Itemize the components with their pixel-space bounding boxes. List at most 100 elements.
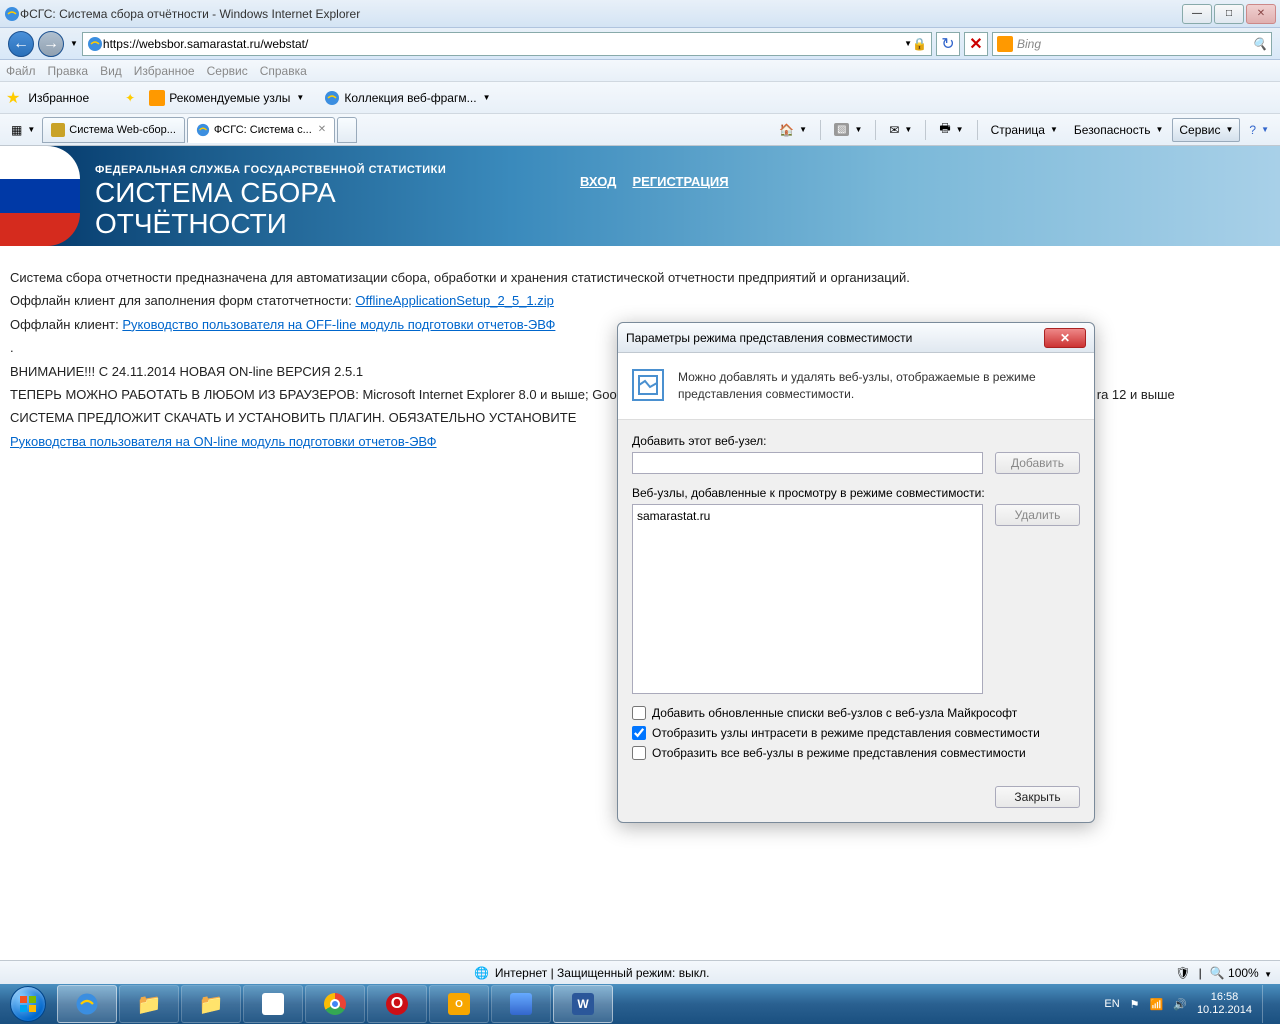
maximize-button[interactable]: □ <box>1214 4 1244 24</box>
dialog-close-action-button[interactable]: Закрыть <box>995 786 1080 808</box>
tab-websbor[interactable]: Система Web-сбор... <box>42 117 185 143</box>
bing-icon <box>997 36 1013 52</box>
fav-link-webslices[interactable]: Коллекция веб-фрагм... ▼ <box>318 88 496 108</box>
flag-icon[interactable]: ⚑ <box>1130 998 1140 1011</box>
url-text: https://websbor.samarastat.ru/webstat/ <box>103 37 902 51</box>
globe-icon: 🌐 <box>474 966 489 980</box>
protected-mode-icon[interactable]: 🛡 <box>1175 966 1190 980</box>
lock-icon: 🔒 <box>912 37 927 51</box>
page-menu[interactable]: Страница▼ <box>984 118 1065 142</box>
sites-list-label: Веб-узлы, добавленные к просмотру в режи… <box>632 486 1080 500</box>
task-chrome[interactable] <box>305 985 365 1023</box>
favorites-button[interactable]: Избранное <box>28 91 89 105</box>
windows-logo-icon <box>18 994 38 1014</box>
sites-listbox[interactable]: samarastat.ru <box>632 504 983 694</box>
tray-lang[interactable]: EN <box>1104 998 1119 1010</box>
page-banner: ФЕДЕРАЛЬНАЯ СЛУЖБА ГОСУДАРСТВЕННОЙ СТАТИ… <box>0 146 1280 246</box>
register-link[interactable]: РЕГИСТРАЦИЯ <box>632 174 728 189</box>
print-button[interactable]: 🖶▼ <box>932 118 970 142</box>
tray-clock[interactable]: 16:58 10.12.2014 <box>1197 991 1252 1017</box>
ie-icon <box>324 90 340 106</box>
safety-menu[interactable]: Безопасность▼ <box>1067 118 1170 142</box>
menu-favorites[interactable]: Избранное <box>134 64 195 78</box>
dialog-info-text: Можно добавлять и удалять веб-узлы, отоб… <box>678 369 1080 403</box>
search-go-icon[interactable]: 🔍 <box>1252 37 1267 51</box>
task-word[interactable]: W <box>553 985 613 1023</box>
forward-button[interactable]: → <box>38 31 64 57</box>
feeds-button[interactable]: ▧▼ <box>827 118 869 142</box>
stop-button[interactable]: ✕ <box>964 32 988 56</box>
star-icon: ★ <box>6 88 20 108</box>
intro-text: Система сбора отчетности предназначена д… <box>10 266 1270 289</box>
new-tab-button[interactable] <box>337 117 357 143</box>
menu-tools[interactable]: Сервис <box>207 64 248 78</box>
network-icon[interactable]: 📶 <box>1150 998 1164 1011</box>
menu-edit[interactable]: Правка <box>48 64 89 78</box>
offline-guide-link[interactable]: Руководство пользователя на OFF-line мод… <box>122 317 555 332</box>
menu-help[interactable]: Справка <box>260 64 307 78</box>
mail-button[interactable]: ✉▼ <box>882 118 919 142</box>
dialog-close-button[interactable]: ✕ <box>1044 328 1086 348</box>
broken-page-icon <box>632 369 664 401</box>
zoom-control[interactable]: 🔍 100% ▼ <box>1210 966 1272 980</box>
taskbar: 📁 📁 O O W EN ⚑ 📶 🔊 16:58 10.12.2014 <box>0 984 1280 1024</box>
add-favorite-icon[interactable]: ✦ <box>125 91 135 105</box>
favorites-bar: ★ Избранное ✦ Рекомендуемые узлы ▼ Колле… <box>0 82 1280 114</box>
add-site-label: Добавить этот веб-узел: <box>632 434 1080 448</box>
add-site-input[interactable] <box>632 452 983 474</box>
tools-menu[interactable]: Сервис▼ <box>1172 118 1240 142</box>
show-desktop-button[interactable] <box>1262 985 1272 1023</box>
task-opera[interactable]: O <box>367 985 427 1023</box>
start-button[interactable] <box>0 984 56 1024</box>
volume-icon[interactable]: 🔊 <box>1173 998 1187 1011</box>
ie-icon <box>87 36 103 52</box>
search-field[interactable]: Bing 🔍 <box>992 32 1272 56</box>
refresh-button[interactable]: ↻ <box>936 32 960 56</box>
login-link[interactable]: ВХОД <box>580 174 616 189</box>
compatibility-dialog: Параметры режима представления совместим… <box>617 322 1095 823</box>
task-ie[interactable] <box>57 985 117 1023</box>
checkbox-intranet[interactable]: Отобразить узлы интрасети в режиме предс… <box>632 726 1080 740</box>
checkbox-ms-list[interactable]: Добавить обновленные списки веб-узлов с … <box>632 706 1080 720</box>
favicon <box>51 123 65 137</box>
banner-subtitle: ФЕДЕРАЛЬНАЯ СЛУЖБА ГОСУДАРСТВЕННОЙ СТАТИ… <box>95 164 446 176</box>
url-field[interactable]: https://websbor.samarastat.ru/webstat/ ▼… <box>82 32 932 56</box>
menu-file[interactable]: Файл <box>6 64 36 78</box>
url-dropdown[interactable]: ▼ <box>904 39 912 48</box>
system-tray: EN ⚑ 📶 🔊 16:58 10.12.2014 <box>1096 985 1280 1023</box>
close-button[interactable]: ✕ <box>1246 4 1276 24</box>
menu-bar: Файл Правка Вид Избранное Сервис Справка <box>0 60 1280 82</box>
nav-history-dropdown[interactable]: ▼ <box>70 39 78 48</box>
list-item[interactable]: samarastat.ru <box>637 509 978 523</box>
tabs-bar: ▦▼ Система Web-сбор... ФСГС: Система с..… <box>0 114 1280 146</box>
task-outlook[interactable]: O <box>429 985 489 1023</box>
task-app[interactable] <box>243 985 303 1023</box>
ie-icon <box>4 6 20 22</box>
back-button[interactable]: ← <box>8 31 34 57</box>
remove-button[interactable]: Удалить <box>995 504 1080 526</box>
minimize-button[interactable]: — <box>1182 4 1212 24</box>
add-button[interactable]: Добавить <box>995 452 1080 474</box>
link-icon <box>149 90 165 106</box>
search-placeholder: Bing <box>1017 37 1041 51</box>
banner-title: СИСТЕМА СБОРАОТЧЁТНОСТИ <box>95 178 446 240</box>
status-bar: 🌐 Интернет | Защищенный режим: выкл. 🛡 |… <box>0 960 1280 984</box>
online-guide-link[interactable]: Руководства пользователя на ON-line моду… <box>10 434 437 449</box>
task-app2[interactable] <box>491 985 551 1023</box>
home-button[interactable]: 🏠▼ <box>772 118 814 142</box>
tab-close-icon[interactable]: ✕ <box>318 124 326 135</box>
task-explorer2[interactable]: 📁 <box>181 985 241 1023</box>
checkbox-all-sites[interactable]: Отобразить все веб-узлы в режиме предста… <box>632 746 1080 760</box>
address-bar: ← → ▼ https://websbor.samarastat.ru/webs… <box>0 28 1280 60</box>
offline-setup-link[interactable]: OfflineApplicationSetup_2_5_1.zip <box>355 293 554 308</box>
tab-fsgs[interactable]: ФСГС: Система с... ✕ <box>187 117 335 143</box>
fav-link-recommended[interactable]: Рекомендуемые узлы ▼ <box>143 88 310 108</box>
ie-icon <box>196 123 210 137</box>
window-titlebar: ФСГС: Система сбора отчётности - Windows… <box>0 0 1280 28</box>
task-explorer[interactable]: 📁 <box>119 985 179 1023</box>
menu-view[interactable]: Вид <box>100 64 122 78</box>
help-button[interactable]: ?▼ <box>1242 118 1276 142</box>
quicktabs-button[interactable]: ▦▼ <box>4 118 42 142</box>
window-title: ФСГС: Система сбора отчётности - Windows… <box>20 7 1182 21</box>
dialog-titlebar: Параметры режима представления совместим… <box>618 323 1094 353</box>
